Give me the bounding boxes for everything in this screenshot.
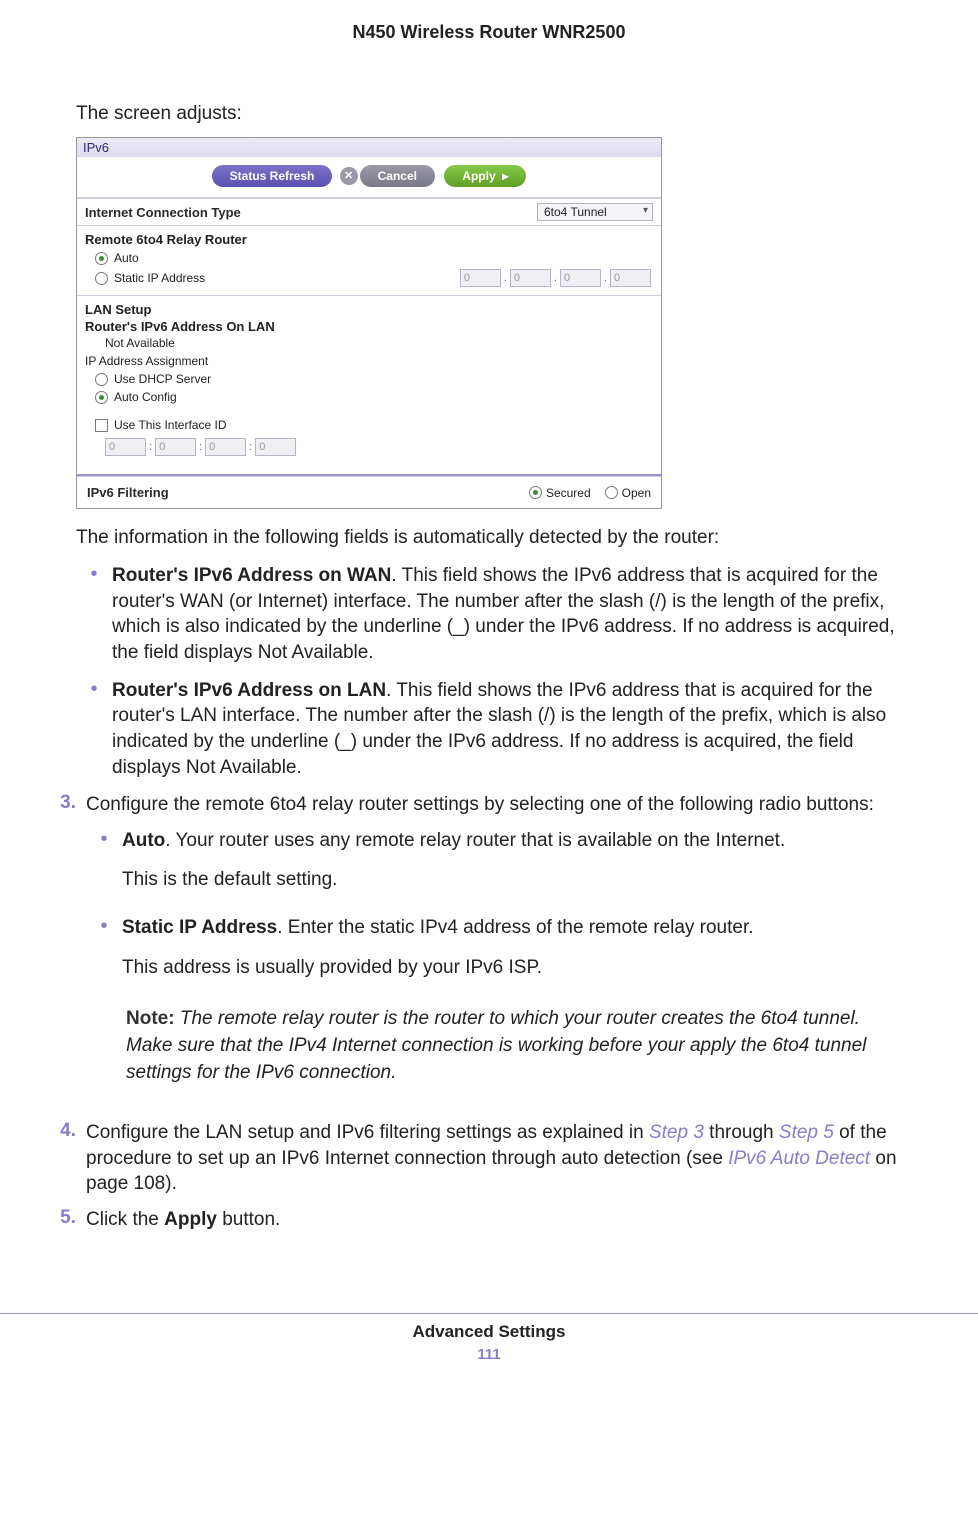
page-header-title: N450 Wireless Router WNR2500: [70, 22, 908, 43]
cancel-button[interactable]: Cancel: [360, 165, 435, 187]
filter-secured-label: Secured: [546, 486, 591, 500]
bullet-wan: Router's IPv6 Address on WAN. This field…: [112, 563, 908, 666]
conn-type-label: Internet Connection Type: [85, 205, 241, 220]
step-number-3: 3.: [36, 792, 86, 1110]
bullet-icon: •: [86, 828, 122, 907]
use-interface-id-checkbox[interactable]: [95, 419, 108, 432]
use-dhcp-label: Use DHCP Server: [114, 372, 211, 386]
step-number-4: 4.: [36, 1120, 86, 1197]
step-number-5: 5.: [36, 1207, 86, 1233]
auto-detect-line: The information in the following fields …: [76, 527, 902, 549]
footer-page-number: 111: [0, 1346, 978, 1363]
relay-auto-radio[interactable]: [95, 252, 108, 265]
filter-open-radio[interactable]: [605, 486, 618, 499]
intro-text: The screen adjusts:: [76, 103, 908, 125]
sub-bullet-static: Static IP Address. Enter the static IPv4…: [122, 915, 908, 994]
sub-bullet-auto: Auto. Your router uses any remote relay …: [122, 828, 908, 907]
relay-static-radio[interactable]: [95, 272, 108, 285]
static-ip-inputs[interactable]: 0. 0. 0. 0: [460, 269, 651, 287]
bullet-lan: Router's IPv6 Address on LAN. This field…: [112, 678, 908, 781]
lan-section-title: LAN Setup: [77, 295, 661, 319]
filter-secured-radio[interactable]: [529, 486, 542, 499]
ipv6-filtering-label: IPv6 Filtering: [87, 485, 169, 500]
router-ipv6-lan-label: Router's IPv6 Address On LAN: [77, 319, 661, 334]
auto-config-radio[interactable]: [95, 391, 108, 404]
note-block: Note: The remote relay router is the rou…: [126, 1006, 886, 1086]
link-step3[interactable]: Step 3: [649, 1122, 704, 1143]
auto-config-label: Auto Config: [114, 390, 177, 404]
bullet-icon: •: [86, 915, 122, 994]
link-ipv6-auto-detect[interactable]: IPv6 Auto Detect: [728, 1148, 870, 1169]
step-5-text: Click the Apply button.: [86, 1207, 908, 1233]
ip-assignment-label: IP Address Assignment: [77, 352, 661, 370]
filter-open-label: Open: [622, 486, 651, 500]
link-step5[interactable]: Step 5: [779, 1122, 834, 1143]
status-refresh-button[interactable]: Status Refresh: [212, 165, 333, 187]
use-dhcp-radio[interactable]: [95, 373, 108, 386]
footer-section-title: Advanced Settings: [0, 1322, 978, 1342]
use-interface-id-label: Use This Interface ID: [114, 418, 227, 432]
screenshot-title: IPv6: [77, 138, 661, 157]
relay-static-label: Static IP Address: [114, 271, 205, 285]
step-3-text: Configure the remote 6to4 relay router s…: [86, 794, 874, 815]
bullet-icon: •: [76, 563, 112, 666]
step-4-text: Configure the LAN setup and IPv6 filteri…: [86, 1120, 908, 1197]
relay-section-title: Remote 6to4 Relay Router: [77, 225, 661, 249]
screenshot-toolbar: Status Refresh ✕Cancel Apply ▸: [77, 157, 661, 198]
bullet-icon: •: [76, 678, 112, 781]
close-icon[interactable]: ✕: [340, 167, 358, 185]
interface-id-inputs[interactable]: 0: 0: 0: 0: [77, 434, 661, 468]
settings-screenshot: IPv6 Status Refresh ✕Cancel Apply ▸ Inte…: [76, 137, 662, 509]
router-ipv6-lan-value: Not Available: [77, 334, 661, 352]
apply-button[interactable]: Apply ▸: [444, 165, 526, 187]
relay-auto-label: Auto: [114, 251, 139, 265]
conn-type-select[interactable]: 6to4 Tunnel: [537, 203, 653, 221]
